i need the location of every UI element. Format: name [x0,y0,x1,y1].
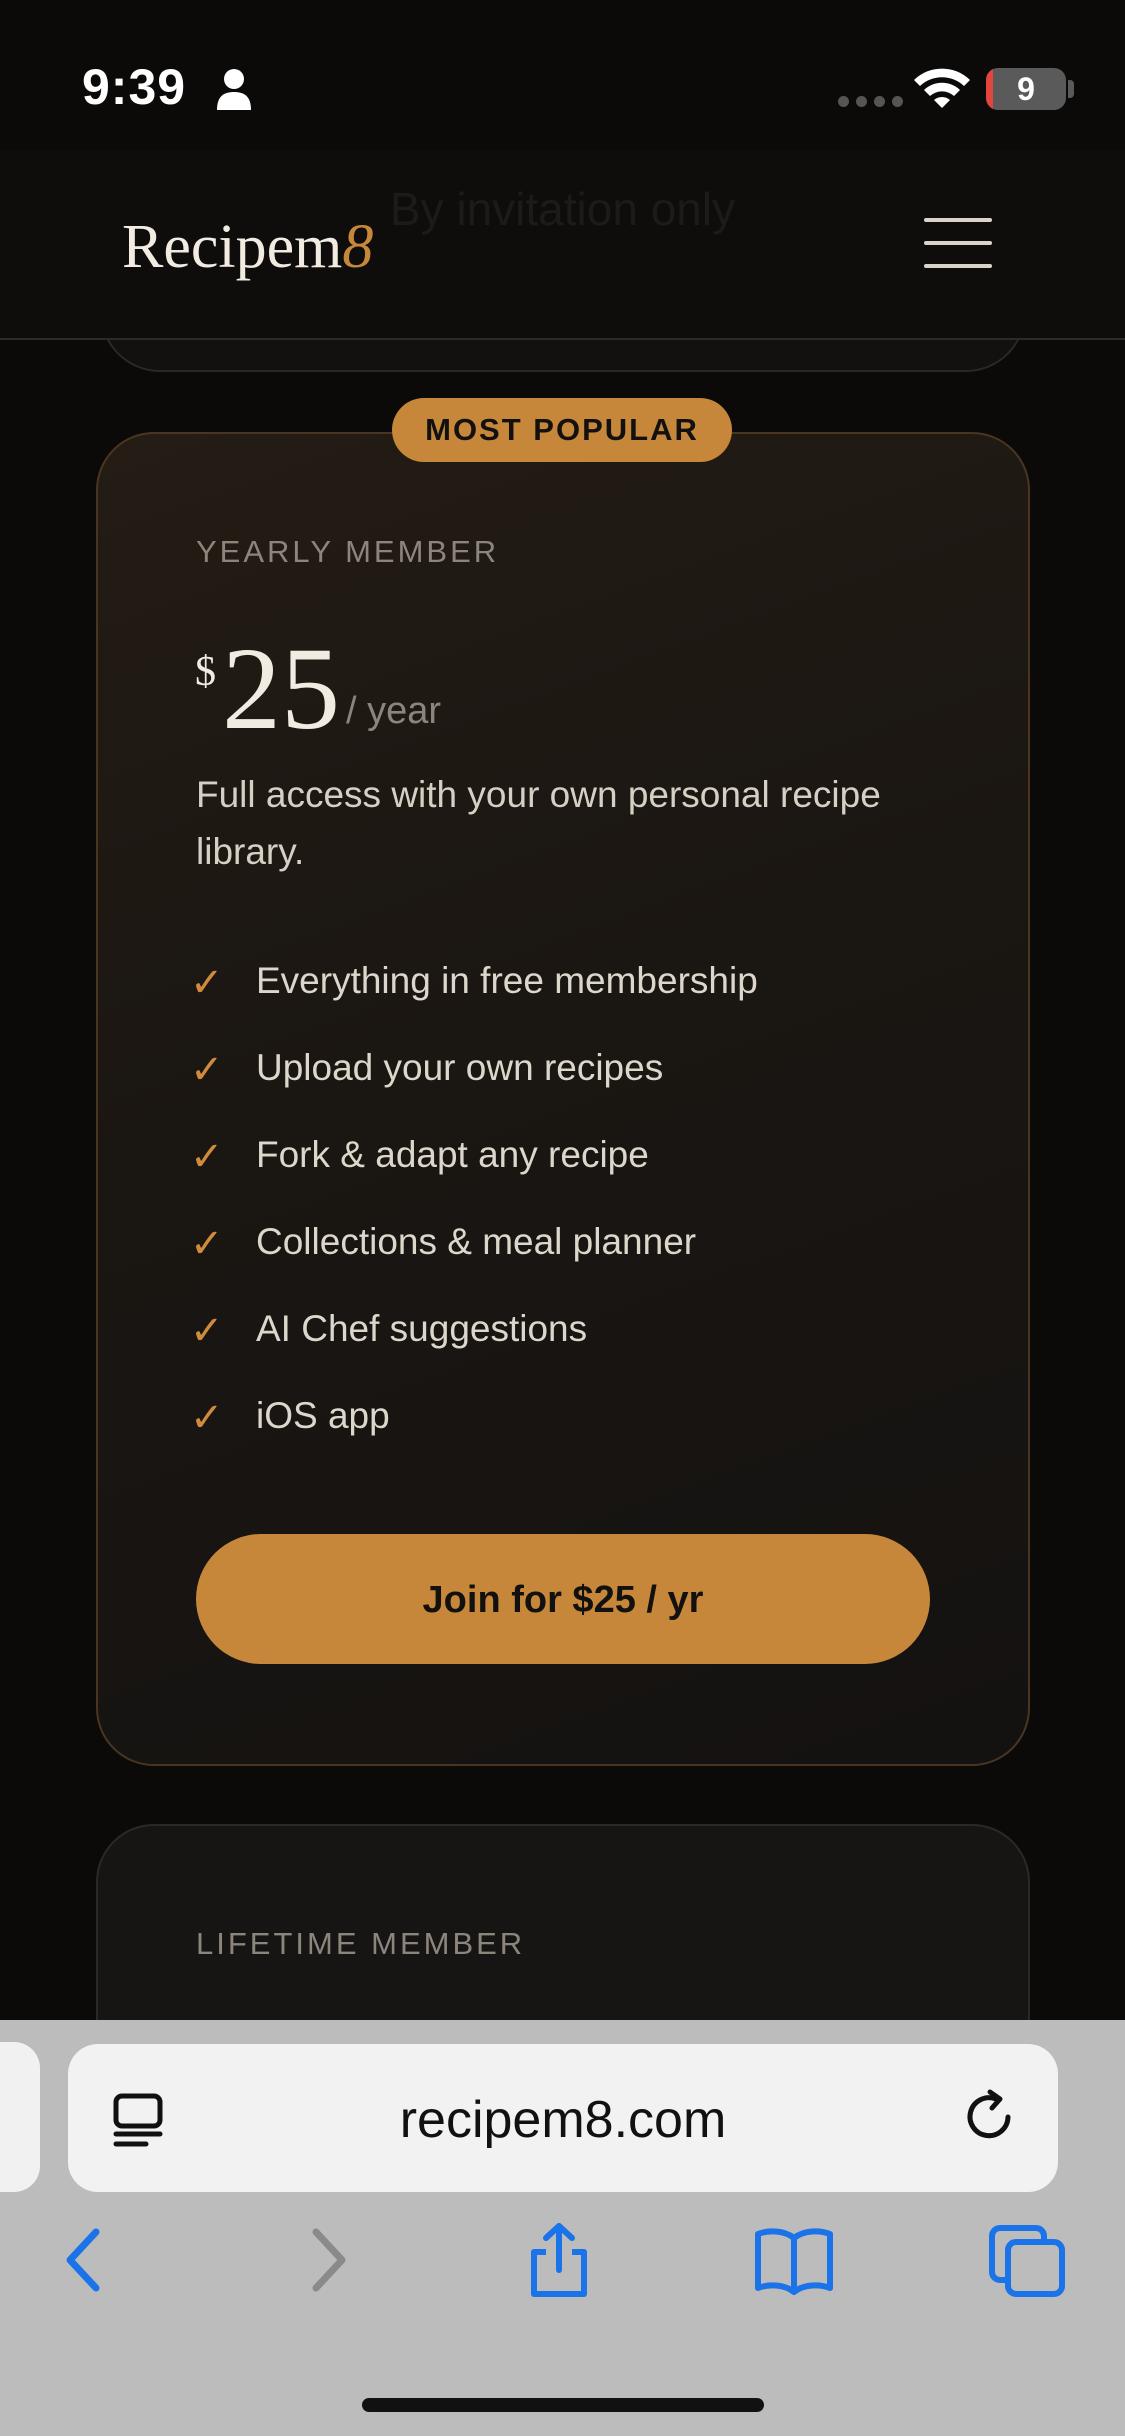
battery-icon: 9 [986,68,1066,110]
bookmarks-icon[interactable] [752,2222,836,2298]
wifi-icon [914,68,970,108]
logo-accent: 8 [342,213,374,281]
check-icon: ✓ [190,960,224,1006]
share-icon[interactable] [524,2222,594,2298]
plan-label: YEARLY MEMBER [196,534,500,569]
previous-tab-edge[interactable] [0,2042,40,2192]
back-icon[interactable] [50,2222,120,2298]
feature-text: Collections & meal planner [256,1221,697,1262]
check-icon: ✓ [190,1221,224,1267]
plan-label: LIFETIME MEMBER [196,1926,526,1961]
plan-description: Full access with your own personal recip… [196,774,881,872]
url-text[interactable]: recipem8.com [68,2090,1058,2150]
feature-text: Fork & adapt any recipe [256,1134,649,1175]
check-icon: ✓ [190,1308,224,1354]
price-currency: $ [195,649,216,695]
feature-text: Upload your own recipes [256,1047,664,1088]
check-icon: ✓ [190,1047,224,1093]
feature-item: ✓ AI Chef suggestions [190,1304,950,1364]
hamburger-icon-line [924,218,992,222]
check-icon: ✓ [190,1395,224,1441]
price-period: / year [346,690,442,732]
status-time: 9:39 [82,59,187,115]
feature-item: ✓ Everything in free membership [190,956,950,1016]
tabs-icon[interactable] [988,2222,1068,2298]
check-icon: ✓ [190,1134,224,1180]
person-icon [217,69,251,110]
battery-level: 9 [1017,71,1035,107]
battery-tip [1068,80,1074,98]
hamburger-icon-line [924,264,992,268]
feature-item: ✓ Fork & adapt any recipe [190,1130,950,1190]
feature-text: Everything in free membership [256,960,758,1001]
logo-text: Recipem [122,213,343,281]
feature-item: ✓ iOS app [190,1391,950,1451]
site-logo[interactable]: Recipem8 [122,212,373,283]
hamburger-icon-line [924,241,992,245]
feature-text: iOS app [256,1395,390,1436]
cellular-signal-icon [838,96,903,107]
forward-icon[interactable] [292,2222,362,2298]
feature-text: AI Chef suggestions [256,1308,588,1349]
feature-item: ✓ Collections & meal planner [190,1217,950,1277]
join-yearly-button[interactable]: Join for $25 / yr [196,1534,930,1664]
feature-item: ✓ Upload your own recipes [190,1043,950,1103]
home-indicator [362,2398,764,2412]
reload-icon[interactable] [960,2088,1018,2146]
menu-button[interactable] [924,218,992,268]
price-amount: 25 [222,623,340,754]
most-popular-badge: MOST POPULAR [392,398,732,462]
